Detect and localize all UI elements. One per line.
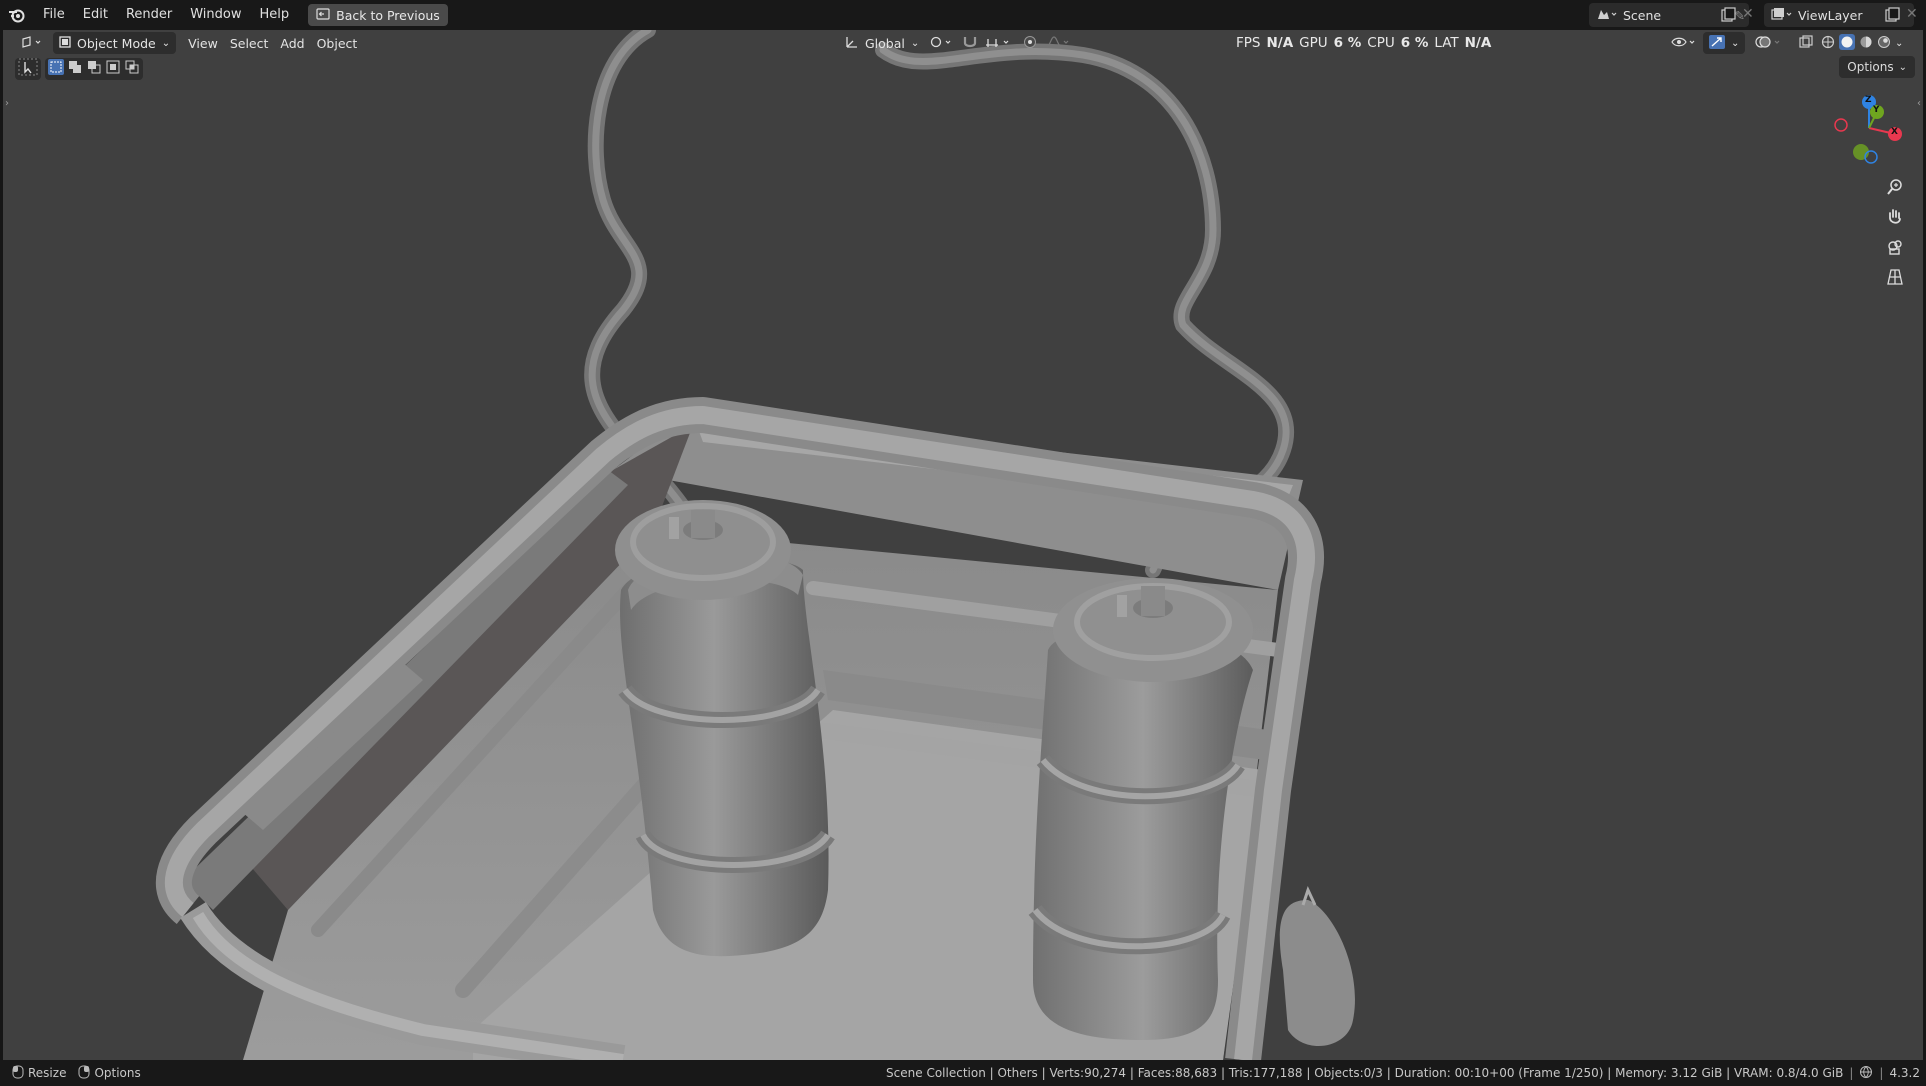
back-to-previous-button[interactable]: Back to Previous (308, 4, 448, 26)
select-tool-button[interactable] (15, 58, 41, 80)
menu-select[interactable]: Select (224, 32, 275, 54)
proportional-editing-icon (1023, 35, 1037, 52)
object-mode-label: Object Mode (77, 35, 156, 51)
editor-type-button[interactable] (15, 32, 49, 54)
back-icon (316, 7, 330, 23)
status-bar: Resize Options Scene Collection | Others… (0, 1060, 1926, 1086)
axis-z-label: Z (1865, 95, 1872, 105)
lat-value: N/A (1464, 35, 1492, 51)
scene-icon[interactable] (1589, 7, 1623, 24)
gizmo-toggle[interactable]: ⌄ (1703, 32, 1746, 54)
magnet-icon (962, 35, 978, 52)
delete-view-layer-icon[interactable]: ✕ (1906, 6, 1918, 22)
menu-view[interactable]: View (182, 32, 224, 54)
navigation-buttons (1882, 175, 1908, 289)
cpu-value: 6 % (1400, 35, 1429, 51)
visibility-dropdown[interactable] (1665, 32, 1703, 54)
top-bar: File Edit Render Window Help Back to Pre… (0, 0, 1926, 30)
eye-icon (1671, 35, 1697, 52)
shading-mode-group[interactable]: ⌄ (1815, 32, 1909, 54)
orientation-icon (845, 35, 859, 52)
zoom-icon[interactable] (1882, 175, 1908, 199)
viewport-header: Object Mode ⌄ View Select Add Object Glo… (3, 30, 1923, 56)
selection-mode-group[interactable] (45, 58, 143, 80)
3d-viewport[interactable]: Object Mode ⌄ View Select Add Object Glo… (3, 30, 1923, 1060)
toolbar-expand-icon[interactable]: › (5, 98, 9, 109)
scene-statistics: Scene Collection | Others | Verts:90,274… (886, 1066, 1844, 1080)
chevron-down-icon: ⌄ (1731, 37, 1740, 49)
menu-object[interactable]: Object (311, 32, 364, 54)
blender-version: 4.3.2 (1889, 1066, 1920, 1080)
material-shading-icon[interactable] (1859, 35, 1873, 52)
lat-label: LAT (1434, 35, 1459, 51)
options-hint: Options (94, 1066, 141, 1080)
object-mode-dropdown[interactable]: Object Mode ⌄ (53, 32, 177, 54)
orientation-label: Global (865, 35, 905, 51)
pivot-icon (929, 35, 955, 52)
solid-shading-icon[interactable] (1839, 33, 1855, 53)
view-layer-icon[interactable] (1764, 7, 1798, 24)
axis-x-label: X (1891, 127, 1898, 137)
gpu-label: GPU (1299, 35, 1328, 51)
snap-target-icon (984, 35, 1012, 52)
menu-render[interactable]: Render (117, 0, 181, 30)
new-scene-icon[interactable] (1720, 7, 1736, 27)
mouse-right-icon (78, 1065, 90, 1082)
fps-value: N/A (1266, 35, 1294, 51)
scene-render[interactable] (3, 30, 1923, 1060)
options-label: Options (1847, 60, 1894, 74)
editor-type-icon (21, 35, 43, 52)
tool-settings-row (15, 58, 143, 80)
chevron-down-icon: ⌄ (910, 37, 920, 49)
new-view-layer-icon[interactable] (1884, 7, 1900, 27)
object-mode-icon (59, 35, 71, 51)
wireframe-shading-icon[interactable] (1821, 35, 1835, 52)
mouse-left-icon (12, 1065, 24, 1082)
overlay-toggle[interactable] (1749, 32, 1789, 54)
cpu-label: CPU (1367, 35, 1395, 51)
falloff-button[interactable] (1039, 32, 1077, 54)
axis-y-label: Y (1873, 105, 1880, 115)
gizmo-icon (1709, 34, 1725, 52)
overlay-icon (1755, 35, 1783, 52)
orientation-dropdown[interactable]: Global ⌄ (839, 32, 925, 54)
chevron-down-icon: ⌄ (1898, 61, 1907, 73)
menu-file[interactable]: File (34, 0, 74, 30)
perspective-grid-icon[interactable] (1882, 265, 1908, 289)
performance-stats: FPS N/A GPU 6 % CPU 6 % LAT N/A (1236, 30, 1491, 56)
back-to-previous-label: Back to Previous (336, 7, 440, 23)
delete-scene-icon[interactable]: ✕ (1742, 6, 1754, 22)
menu-add[interactable]: Add (274, 32, 310, 54)
fps-label: FPS (1236, 35, 1261, 51)
select-new-icon[interactable] (48, 59, 64, 79)
blender-logo-icon[interactable] (0, 0, 34, 30)
falloff-curve-icon (1045, 35, 1071, 52)
cursor-select-icon (18, 58, 38, 80)
select-subtract-icon[interactable] (86, 59, 102, 79)
gpu-value: 6 % (1333, 35, 1362, 51)
snap-target-button[interactable] (978, 32, 1018, 54)
menu-help[interactable]: Help (251, 0, 299, 30)
options-dropdown[interactable]: Options ⌄ (1839, 56, 1915, 78)
navigation-gizmo[interactable]: Z Y X (1825, 90, 1905, 170)
network-icon (1859, 1065, 1873, 1082)
menu-window[interactable]: Window (181, 0, 250, 30)
menu-edit[interactable]: Edit (74, 0, 117, 30)
select-intersect-icon[interactable] (124, 59, 140, 79)
sidebar-expand-icon[interactable]: ‹ (1917, 98, 1921, 109)
resize-hint: Resize (28, 1066, 67, 1080)
select-extend-icon[interactable] (67, 59, 83, 79)
rendered-shading-icon[interactable] (1877, 35, 1891, 52)
chevron-down-icon: ⌄ (161, 37, 171, 49)
camera-view-icon[interactable] (1882, 235, 1908, 259)
chevron-down-icon: ⌄ (1895, 37, 1904, 49)
scene-name[interactable]: Scene (1623, 8, 1731, 23)
select-invert-icon[interactable] (105, 59, 121, 79)
xray-icon (1799, 34, 1813, 52)
pan-hand-icon[interactable] (1882, 205, 1908, 229)
